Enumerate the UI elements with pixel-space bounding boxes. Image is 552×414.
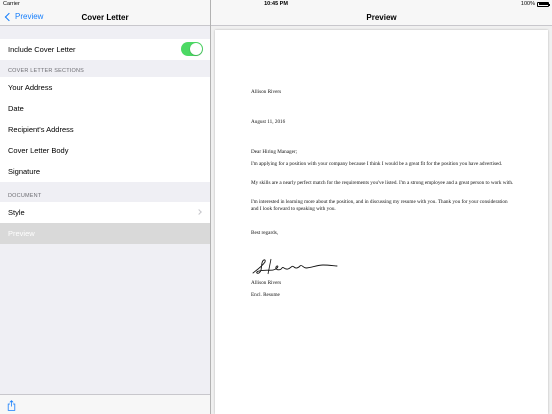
section-item-label: Your Address xyxy=(8,83,53,92)
letter-paragraph-2: My skills are a nearly perfect match for… xyxy=(251,180,514,186)
detail-pane: Preview Allison Rivers August 11, 2016 D… xyxy=(211,9,552,414)
letter-enclosure: Encl. Resume xyxy=(251,292,280,298)
include-cover-letter-row[interactable]: Include Cover Letter xyxy=(0,39,210,60)
clock: 10:45 PM xyxy=(264,1,288,7)
detail-nav-bar: Preview xyxy=(211,9,552,26)
letter-closing: Best regards, xyxy=(251,230,279,236)
letter-date: August 11, 2016 xyxy=(251,119,286,125)
section-item-label: Recipient's Address xyxy=(8,125,74,134)
status-bar: Carrier 10:45 PM 100% xyxy=(0,0,552,9)
master-pane: Preview Cover Letter Include Cover Lette… xyxy=(0,9,210,414)
battery-icon xyxy=(537,1,550,7)
signature-image xyxy=(252,258,338,275)
share-icon[interactable] xyxy=(7,400,16,411)
section-item-date[interactable]: Date xyxy=(0,98,210,119)
toggle-knob xyxy=(190,43,202,55)
style-row[interactable]: Style xyxy=(0,202,210,223)
section-item-your-address[interactable]: Your Address xyxy=(0,77,210,98)
battery-fill xyxy=(538,3,549,5)
section-item-label: Signature xyxy=(8,167,41,176)
letter-sender-name: Allison Rivers xyxy=(251,89,282,95)
section-item-cover-letter-body[interactable]: Cover Letter Body xyxy=(0,140,210,161)
master-nav-bar: Preview Cover Letter xyxy=(0,9,210,26)
letter-salutation: Dear Hiring Manager; xyxy=(251,149,298,155)
back-label: Preview xyxy=(15,12,44,21)
battery-percent: 100% xyxy=(520,1,535,7)
section-item-signature[interactable]: Signature xyxy=(0,161,210,182)
document-header: DOCUMENT xyxy=(8,193,42,199)
letter-preview-page: Allison Rivers August 11, 2016 Dear Hiri… xyxy=(215,30,548,414)
style-label: Style xyxy=(8,208,25,217)
include-cover-letter-toggle[interactable] xyxy=(181,42,203,56)
sections-header: COVER LETTER SECTIONS xyxy=(8,68,85,74)
preview-label: Preview xyxy=(8,229,35,238)
battery-indicator: 100% xyxy=(520,1,550,7)
master-toolbar xyxy=(0,394,210,414)
letter-signed-name: Allison Rivers xyxy=(251,280,282,286)
letter-paragraph-3: I'm interested in learning more about th… xyxy=(251,199,508,212)
detail-title: Preview xyxy=(366,13,397,22)
preview-row[interactable]: Preview xyxy=(0,223,210,244)
letter-paragraph-1: I'm applying for a position with your co… xyxy=(251,161,503,167)
chevron-right-icon xyxy=(196,209,202,215)
section-item-recipients-address[interactable]: Recipient's Address xyxy=(0,119,210,140)
back-button[interactable]: Preview xyxy=(4,12,43,21)
include-cover-letter-label: Include Cover Letter xyxy=(8,45,76,54)
section-item-label: Cover Letter Body xyxy=(8,146,69,155)
section-item-label: Date xyxy=(8,104,24,113)
chevron-left-icon xyxy=(4,12,14,21)
